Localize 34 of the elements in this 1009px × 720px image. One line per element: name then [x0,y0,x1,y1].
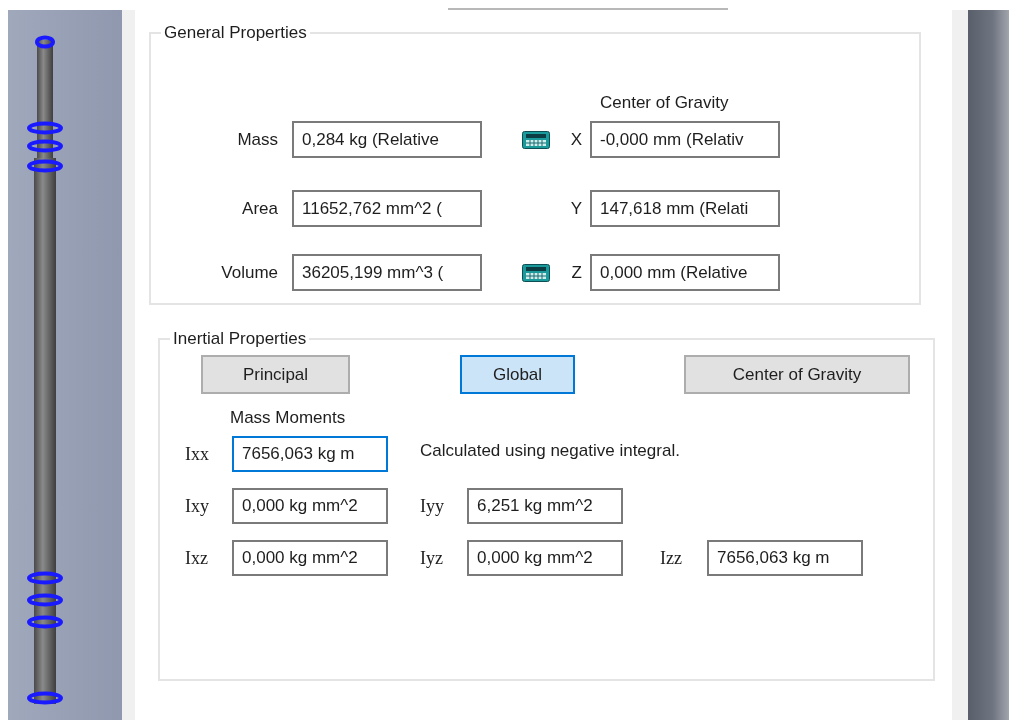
field-label: Area [241,198,278,219]
calculator-icon[interactable] [522,263,550,282]
text-field[interactable]: 6,251 kg mm^2 [467,488,623,524]
field-label: Iyz [420,547,444,569]
field-label: Ixy [185,495,210,517]
field-label: Ixz [185,547,209,569]
group-title: General Properties [163,23,308,43]
text-field[interactable]: 7656,063 kg m [232,436,388,472]
text-field[interactable]: 0,000 kg mm^2 [232,488,388,524]
text-field[interactable]: 147,618 mm (Relati [590,190,780,227]
axis-label: Y [570,198,583,219]
group-title: Inertial Properties [172,329,308,349]
toggle-button[interactable]: Global [460,355,575,394]
toggle-button[interactable]: Principal [201,355,350,394]
field-label: Iyy [420,495,445,517]
toggle-button[interactable]: Center of Gravity [684,355,910,394]
text-field[interactable]: -0,000 mm (Relativ [590,121,780,158]
text-field[interactable]: 0,000 kg mm^2 [467,540,623,576]
text-field[interactable]: 11652,762 mm^2 ( [292,190,482,227]
text-field[interactable]: 0,284 kg (Relative [292,121,482,158]
text-field[interactable]: 0,000 kg mm^2 [232,540,388,576]
column-heading: Center of Gravity [599,93,730,113]
axis-label: X [570,129,583,150]
axis-label: Z [570,262,583,283]
section-heading: Mass Moments [230,408,347,428]
text-field[interactable]: 7656,063 kg m [707,540,863,576]
field-label: Ixx [185,443,210,465]
calculator-icon[interactable] [522,130,550,149]
text-field[interactable]: 36205,199 mm^3 ( [292,254,482,291]
field-label: Volume [220,262,278,283]
field-label: Mass [236,129,278,150]
text-field[interactable]: 0,000 mm (Relative [590,254,780,291]
field-label: Izz [660,547,683,569]
info-text: Calculated using negative integral. [420,441,681,461]
